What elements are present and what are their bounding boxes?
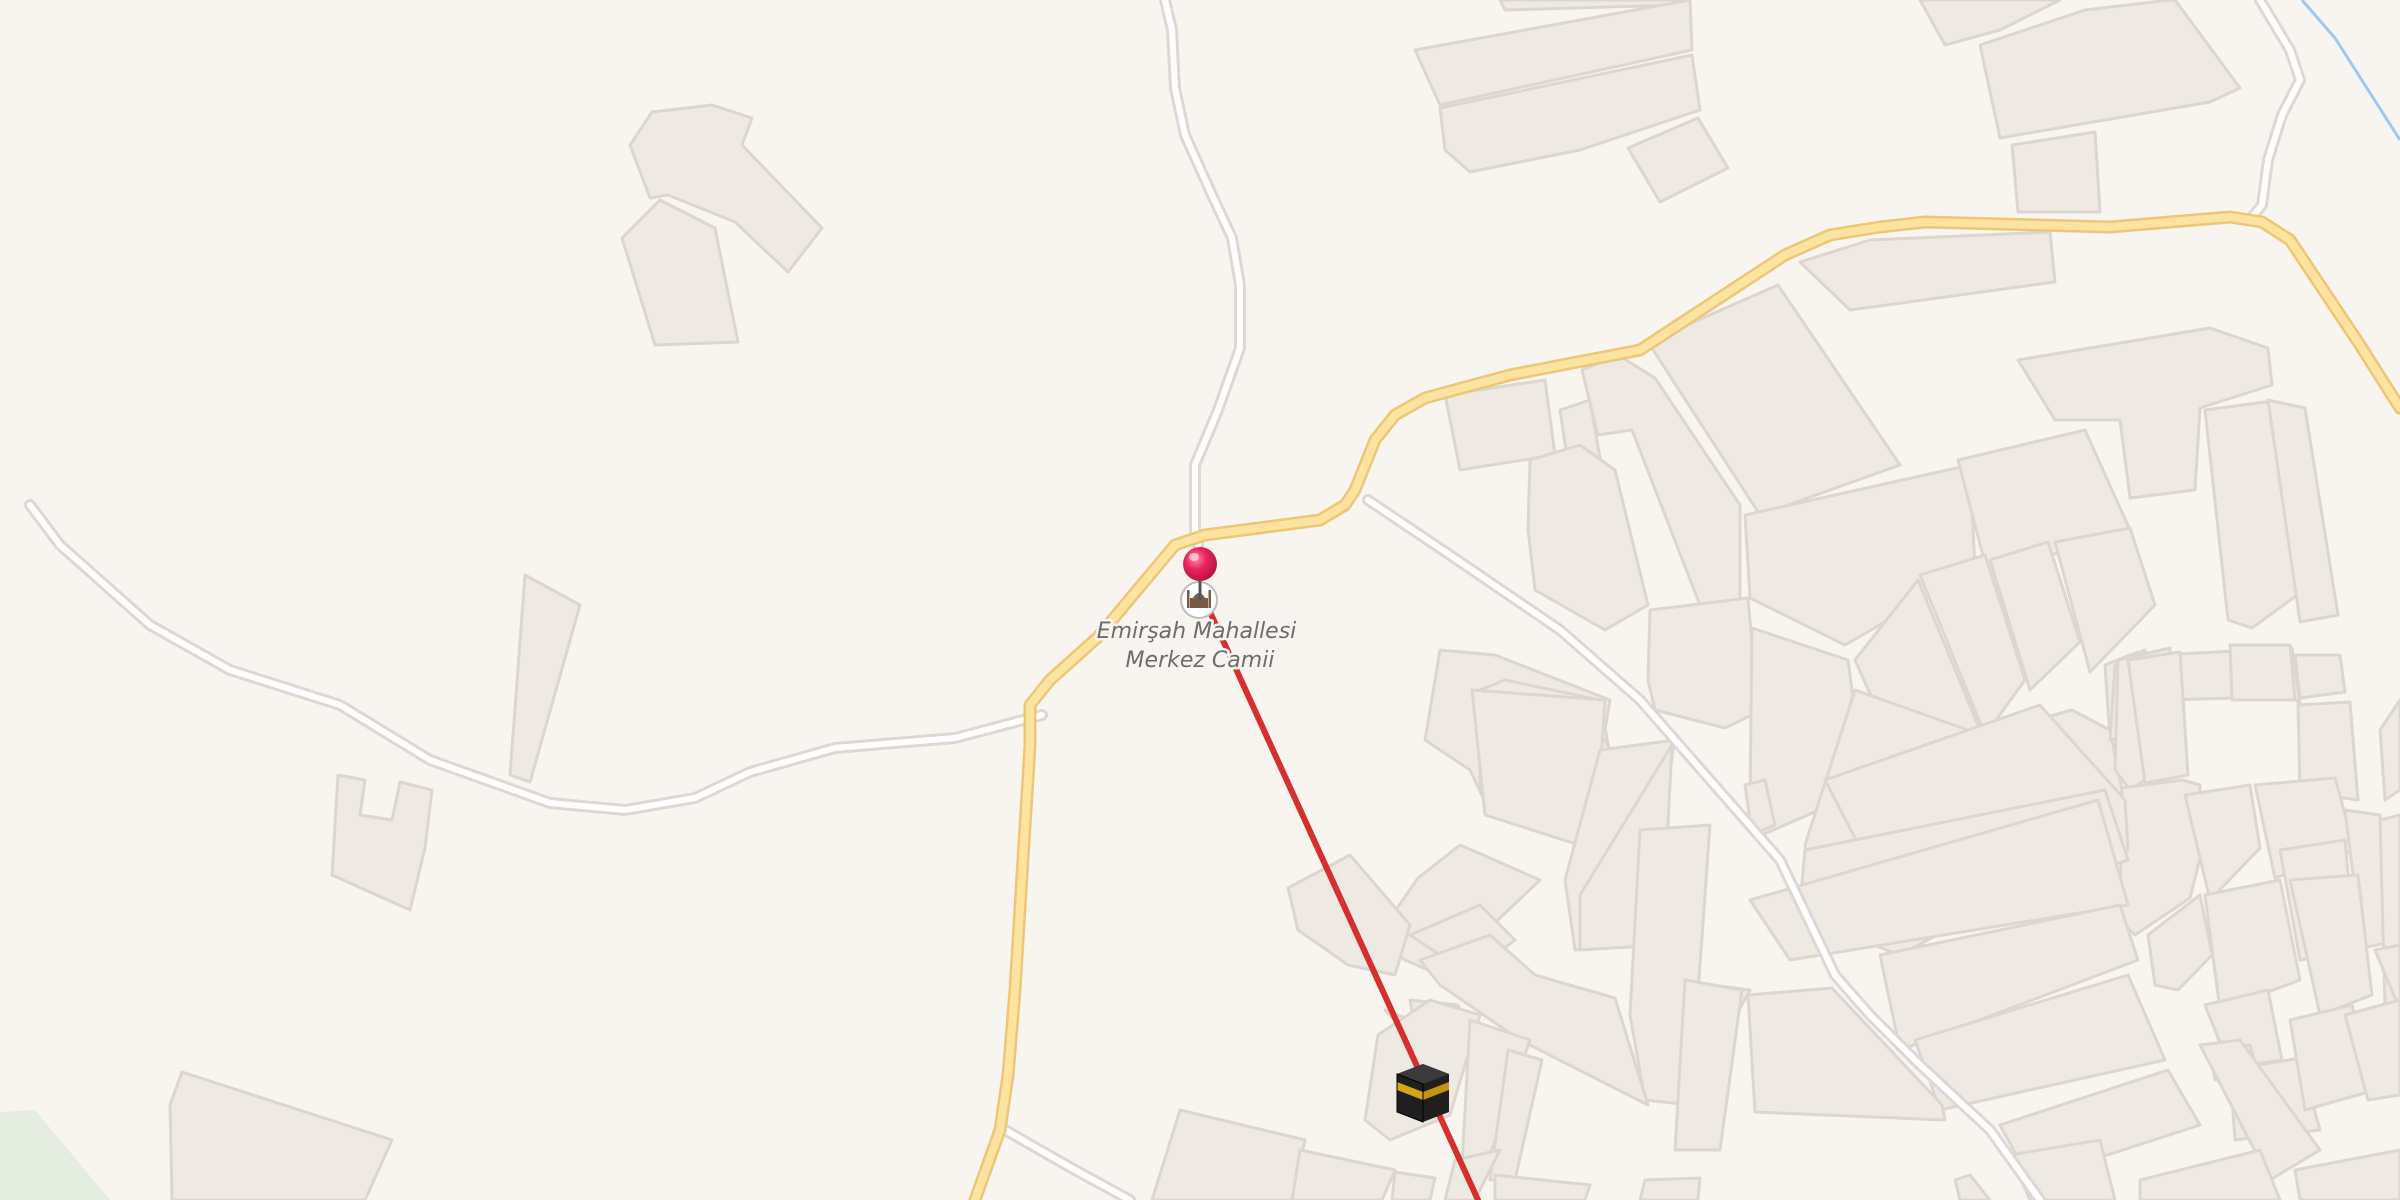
- map-canvas[interactable]: Emirşah Mahallesi Merkez Camii: [0, 0, 2400, 1200]
- park-area: [0, 1110, 110, 1200]
- poi-name-label[interactable]: Emirşah Mahallesi Merkez Camii: [1094, 617, 1304, 676]
- kaaba-icon[interactable]: [1396, 1064, 1449, 1123]
- buildings: [168, 0, 2400, 1200]
- poi-name-line2: Merkez Camii: [1126, 648, 1275, 673]
- poi-name-line1: Emirşah Mahallesi: [1097, 619, 1297, 644]
- stream: [2300, 0, 2400, 141]
